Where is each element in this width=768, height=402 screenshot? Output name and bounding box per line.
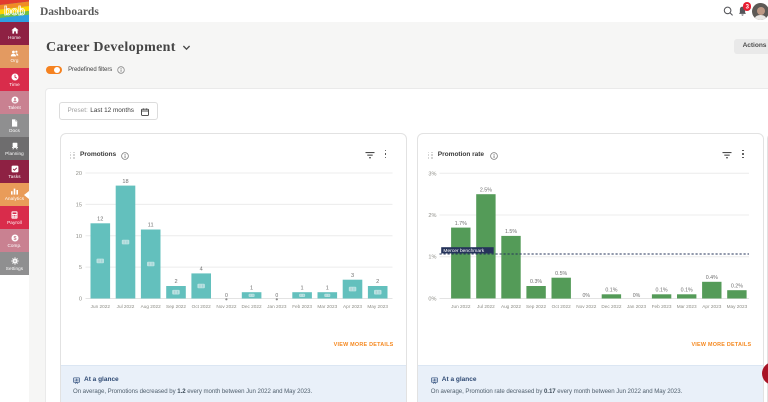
svg-text:15: 15	[75, 202, 81, 208]
svg-text:Jul 2022: Jul 2022	[477, 304, 495, 309]
svg-text:0.2%: 0.2%	[731, 283, 743, 289]
svg-text:Feb 2023: Feb 2023	[652, 304, 672, 309]
svg-text:Jun 2022: Jun 2022	[451, 304, 471, 309]
svg-text:0%: 0%	[633, 293, 641, 299]
svg-text:0.1%: 0.1%	[606, 288, 618, 294]
svg-text:Mar 2023: Mar 2023	[677, 304, 697, 309]
svg-text:3%: 3%	[429, 171, 437, 177]
svg-text:Mar 2023: Mar 2023	[317, 304, 337, 309]
svg-text:Sep 2022: Sep 2022	[526, 304, 546, 309]
svg-text:0: 0	[224, 293, 227, 299]
svg-text:May 2023: May 2023	[367, 304, 388, 309]
svg-text:1%: 1%	[429, 255, 437, 261]
svg-text:3: 3	[350, 273, 353, 279]
svg-text:2: 2	[376, 279, 379, 285]
svg-text:20: 20	[75, 171, 81, 177]
svg-text:0: 0	[275, 293, 278, 299]
svg-text:Nov 2022: Nov 2022	[577, 304, 597, 309]
svg-text:Dec 2022: Dec 2022	[602, 304, 622, 309]
svg-text:May 2023: May 2023	[727, 304, 748, 309]
svg-text:Oct 2022: Oct 2022	[191, 304, 210, 309]
svg-text:$: $	[13, 236, 16, 242]
svg-text:1: 1	[300, 285, 303, 291]
svg-text:Mercer benchmark: Mercer benchmark	[444, 248, 485, 254]
svg-text:1: 1	[250, 285, 253, 291]
svg-text:2: 2	[174, 279, 177, 285]
svg-text:Jun 2022: Jun 2022	[90, 304, 110, 309]
svg-text:bob: bob	[4, 6, 25, 18]
svg-text:0.1%: 0.1%	[656, 288, 668, 294]
svg-text:4: 4	[199, 267, 202, 273]
svg-text:0.4%: 0.4%	[706, 275, 718, 281]
svg-text:2.5%: 2.5%	[480, 187, 492, 193]
svg-text:Dec 2022: Dec 2022	[241, 304, 261, 309]
svg-text:0.5%: 0.5%	[555, 271, 567, 277]
svg-text:Oct 2022: Oct 2022	[552, 304, 571, 309]
svg-text:Apr 2023: Apr 2023	[703, 304, 722, 309]
svg-text:11: 11	[147, 223, 153, 229]
svg-text:1: 1	[325, 285, 328, 291]
svg-text:2%: 2%	[429, 213, 437, 219]
svg-text:Jan 2023: Jan 2023	[627, 304, 647, 309]
svg-text:0.1%: 0.1%	[681, 288, 693, 294]
svg-text:Sep 2022: Sep 2022	[165, 304, 185, 309]
svg-text:0%: 0%	[429, 297, 437, 303]
svg-text:1.7%: 1.7%	[455, 221, 467, 227]
svg-text:Aug 2022: Aug 2022	[140, 304, 160, 309]
svg-text:Feb 2023: Feb 2023	[292, 304, 312, 309]
svg-text:Jan 2023: Jan 2023	[267, 304, 287, 309]
svg-text:0%: 0%	[583, 293, 591, 299]
svg-text:0.3%: 0.3%	[530, 279, 542, 285]
svg-text:12: 12	[97, 217, 103, 223]
svg-text:3: 3	[745, 4, 749, 10]
svg-text:Aug 2022: Aug 2022	[501, 304, 521, 309]
svg-text:10: 10	[75, 234, 81, 240]
svg-text:Nov 2022: Nov 2022	[216, 304, 236, 309]
svg-text:5: 5	[78, 265, 81, 271]
svg-text:Apr 2023: Apr 2023	[342, 304, 361, 309]
svg-text:Jul 2022: Jul 2022	[116, 304, 134, 309]
svg-text:1.5%: 1.5%	[505, 229, 517, 235]
svg-text:18: 18	[122, 179, 128, 185]
svg-text:0: 0	[78, 297, 81, 303]
